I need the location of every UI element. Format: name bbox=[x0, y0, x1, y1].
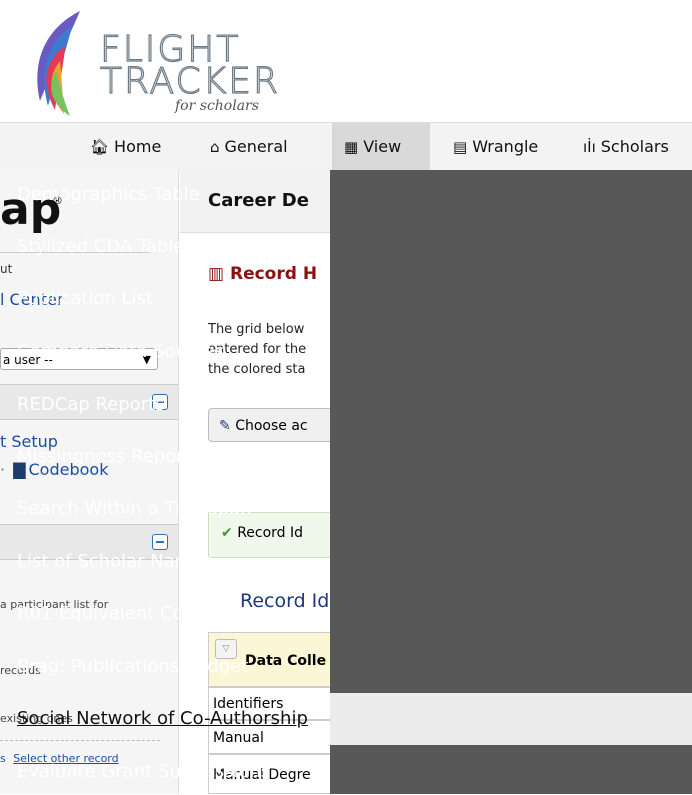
menu-item-r01-equivalent-conversions[interactable]: R01-Equivalent Conversions bbox=[17, 603, 270, 624]
spreadsheet-icon: ▤ bbox=[453, 138, 468, 156]
dashed-divider bbox=[0, 740, 160, 741]
logo-line-tracker: TRACKER bbox=[99, 61, 281, 102]
top-nav: 🏠︎ Home ⌂ General ▦ View ▤ Wrangle ıİı Schola… bbox=[0, 122, 692, 171]
menu-item-social-network-co-authorship[interactable]: Social Network of Co-Authorship bbox=[17, 708, 308, 729]
record-home-heading-label: Record H bbox=[229, 264, 318, 284]
nav-wrangle[interactable]: ▤ Wrangle bbox=[453, 123, 538, 170]
nav-scholars[interactable]: ıİı Scholars bbox=[583, 123, 669, 170]
grid-icon: ▥ bbox=[208, 264, 225, 284]
dropdown-highlight bbox=[330, 693, 692, 745]
intro-line-1: The grid below bbox=[208, 322, 305, 337]
left-sidebar: ap ® ut l Center a user -- ▼ t Setup · ▇… bbox=[0, 170, 179, 794]
record-id-status-label: Record Id bbox=[237, 525, 304, 541]
logo-area: FLIGHT TRACKER for scholars bbox=[0, 0, 692, 120]
record-home-heading: ▥ Record H bbox=[208, 264, 317, 284]
table-icon: ▦ bbox=[344, 138, 359, 156]
menu-item-list-of-scholar-names[interactable]: List of Scholar Names bbox=[17, 551, 213, 572]
check-icon: ✔ bbox=[221, 525, 233, 541]
s-prefix: s bbox=[0, 752, 6, 765]
house-outline-icon: ⌂ bbox=[210, 138, 220, 156]
menu-item-evaluate-grant-submissions[interactable]: Evaluate Grant Submissions bbox=[17, 761, 270, 782]
column-header-label: Data Colle bbox=[245, 653, 327, 669]
logout-link[interactable]: ut bbox=[0, 262, 12, 276]
menu-item-compare-data-sources[interactable]: Compare Data Sources bbox=[17, 341, 224, 362]
menu-item-publication-list[interactable]: Publication List bbox=[17, 288, 153, 309]
intro-line-3: the colored sta bbox=[208, 362, 306, 377]
menu-item-demographics-table[interactable]: Demographics Table bbox=[17, 184, 200, 205]
nav-wrangle-label: Wrangle bbox=[472, 137, 539, 156]
nav-scholars-label: Scholars bbox=[600, 137, 669, 156]
page-title: Career De bbox=[208, 190, 309, 211]
menu-item-search-within-timespan[interactable]: Search Within a Timespan bbox=[17, 498, 252, 519]
choose-action-label: Choose ac bbox=[235, 418, 308, 434]
nav-view[interactable]: ▦ View bbox=[332, 123, 430, 170]
nav-home-label: Home bbox=[114, 137, 162, 156]
menu-item-missingness-report[interactable]: Missingness Report bbox=[17, 446, 191, 467]
collapse-icon[interactable] bbox=[152, 534, 168, 550]
menu-item-brag-publications-widget[interactable]: Brag: Publications Widget bbox=[17, 656, 248, 677]
record-id-status: ✔ Record Id bbox=[221, 525, 303, 541]
choose-action-button[interactable]: ✎ Choose ac bbox=[208, 408, 348, 442]
edit-icon: ✎ bbox=[219, 418, 231, 434]
menu-item-stylized-cda-table[interactable]: Stylized CDA Table bbox=[17, 236, 185, 257]
nav-home[interactable]: 🏠︎ Home bbox=[90, 123, 161, 170]
nav-general-label: General bbox=[224, 137, 288, 156]
home-icon: 🏠︎ bbox=[90, 138, 110, 156]
menu-item-redcap-reports[interactable]: REDCap Reports bbox=[17, 394, 165, 415]
nav-general[interactable]: ⌂ General bbox=[210, 123, 288, 170]
flight-tracker-feather-logo bbox=[37, 11, 80, 116]
users-icon: ıİı bbox=[583, 138, 596, 156]
nav-view-label: View bbox=[363, 137, 402, 156]
